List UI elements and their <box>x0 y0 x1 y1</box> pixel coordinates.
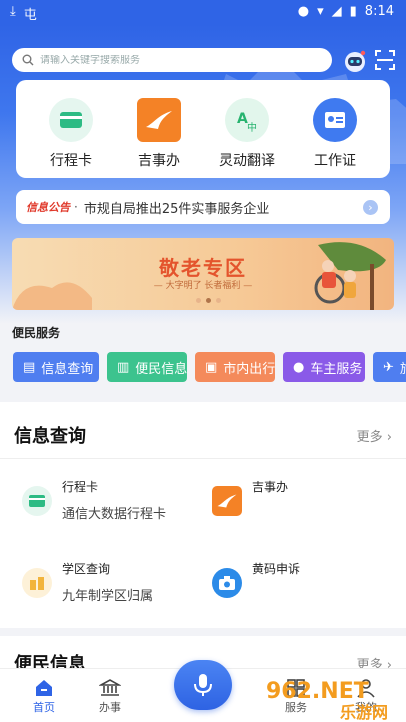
status-bar: ⤓ 屯 ● ▾ ◢ ▮ 8:14 <box>0 0 406 24</box>
service-jishiban[interactable]: 吉事办 <box>212 478 288 516</box>
chip-label: 旅 <box>400 358 406 377</box>
service-yellow-code-appeal[interactable]: 黄码申诉 <box>212 560 300 598</box>
translate-icon: A中 <box>225 98 269 142</box>
quick-action-label: 吉事办 <box>138 153 180 169</box>
notice-tag: 信息公告 <box>26 201 70 214</box>
wifi-icon: ▾ <box>317 4 324 19</box>
search-input[interactable] <box>40 54 310 66</box>
carousel-dot <box>196 298 201 303</box>
service-name: 黄码申诉 <box>252 562 301 576</box>
voice-button[interactable] <box>174 660 232 710</box>
info-query-more-link[interactable]: 更多 › <box>357 426 392 445</box>
camera-icon <box>212 568 242 598</box>
chip-city-travel[interactable]: ▣ 市内出行 <box>195 352 275 382</box>
car-icon: ▣ <box>205 359 218 375</box>
service-desc: 通信大数据行程卡 <box>62 507 167 522</box>
divider <box>0 458 406 459</box>
banner-subtitle: — 大字明了 长者福利 — <box>153 281 253 291</box>
banner-title: 敬老专区 <box>159 256 247 280</box>
person-icon: ● <box>293 359 305 375</box>
service-travel-card[interactable]: 行程卡 通信大数据行程卡 <box>22 478 166 522</box>
info-query-panel: 信息查询 更多 › 行程卡 通信大数据行程卡 吉事办 学区查询 九年制学区归属 <box>0 402 406 628</box>
plane-icon: ✈ <box>383 359 394 375</box>
search-bar[interactable] <box>12 48 332 72</box>
convenience-section-label: 便民服务 <box>12 326 61 340</box>
signal-icon: ◢ <box>331 4 342 19</box>
chip-label: 市内出行 <box>223 361 276 377</box>
convenience-chips: ▤ 信息查询 ▥ 便民信息 ▣ 市内出行 ● 车主服务 ✈ 旅 <box>13 352 406 382</box>
microphone-icon <box>194 674 212 696</box>
quick-action-travel-card[interactable]: 行程卡 <box>31 98 111 170</box>
chip-car-owner[interactable]: ● 车主服务 <box>283 352 365 382</box>
chip-label: 便民信息 <box>135 361 188 377</box>
chevron-right-icon[interactable]: › <box>363 200 378 215</box>
quick-action-label: 工作证 <box>314 153 356 169</box>
chip-convenience-info[interactable]: ▥ 便民信息 <box>107 352 187 382</box>
info-query-title: 信息查询 <box>14 426 86 447</box>
app-notification-icon: 屯 <box>23 8 37 23</box>
service-name: 行程卡 <box>62 480 99 494</box>
carousel-dot-active <box>206 298 211 303</box>
elderly-zone-banner[interactable]: 敬老专区 — 大字明了 长者福利 — <box>12 238 394 310</box>
quick-action-work-badge[interactable]: 工作证 <box>295 98 375 170</box>
clock: 8:14 <box>364 4 394 19</box>
crane-icon <box>212 486 242 516</box>
home-icon <box>36 680 52 696</box>
service-school-district[interactable]: 学区查询 九年制学区归属 <box>22 560 153 604</box>
quick-action-label: 灵动翻译 <box>219 153 275 169</box>
quick-action-label: 行程卡 <box>50 153 92 169</box>
notice-separator: · <box>74 200 78 214</box>
chip-info-query[interactable]: ▤ 信息查询 <box>13 352 99 382</box>
scan-icon[interactable] <box>374 49 396 71</box>
battery-icon: ▮ <box>349 4 357 19</box>
tab-affairs[interactable]: 办事 <box>80 677 140 715</box>
site-watermark: 962.NET 乐游网 <box>266 679 388 722</box>
carousel-dot <box>216 298 221 303</box>
chip-travel[interactable]: ✈ 旅 <box>373 352 406 382</box>
tab-label: 办事 <box>99 701 121 714</box>
location-icon: ● <box>297 4 310 19</box>
svg-text:中: 中 <box>247 121 257 133</box>
quick-actions-card: 行程卡 吉事办 A中 灵动翻译 工作证 <box>16 80 390 178</box>
id-badge-icon <box>313 98 357 142</box>
notice-text: 市规自局推出25件实事服务企业 <box>83 201 270 217</box>
document-icon: ▥ <box>117 359 130 375</box>
download-icon: ⤓ <box>10 4 16 19</box>
chip-label: 车主服务 <box>310 361 363 377</box>
service-name: 学区查询 <box>62 562 111 576</box>
card-icon <box>22 486 52 516</box>
school-icon <box>22 568 52 598</box>
quick-action-translate[interactable]: A中 灵动翻译 <box>207 98 287 170</box>
watermark-line2: 乐游网 <box>340 703 388 722</box>
service-name: 吉事办 <box>252 480 289 494</box>
notice-bar[interactable]: 信息公告 · 市规自局推出25件实事服务企业 › <box>16 190 390 224</box>
crane-icon <box>137 98 181 142</box>
carousel-indicator <box>196 298 221 303</box>
tab-label: 首页 <box>33 701 55 714</box>
quick-action-jishiban[interactable]: 吉事办 <box>119 98 199 170</box>
service-desc: 九年制学区归属 <box>62 589 154 604</box>
watermark-line1: 962.NET <box>266 679 369 704</box>
bank-icon <box>99 679 121 696</box>
chip-label: 信息查询 <box>41 361 94 377</box>
tab-home[interactable]: 首页 <box>14 677 74 715</box>
search-icon <box>22 54 34 66</box>
search-doc-icon: ▤ <box>23 359 36 375</box>
card-icon <box>49 98 93 142</box>
robot-assistant-icon[interactable] <box>342 48 368 74</box>
